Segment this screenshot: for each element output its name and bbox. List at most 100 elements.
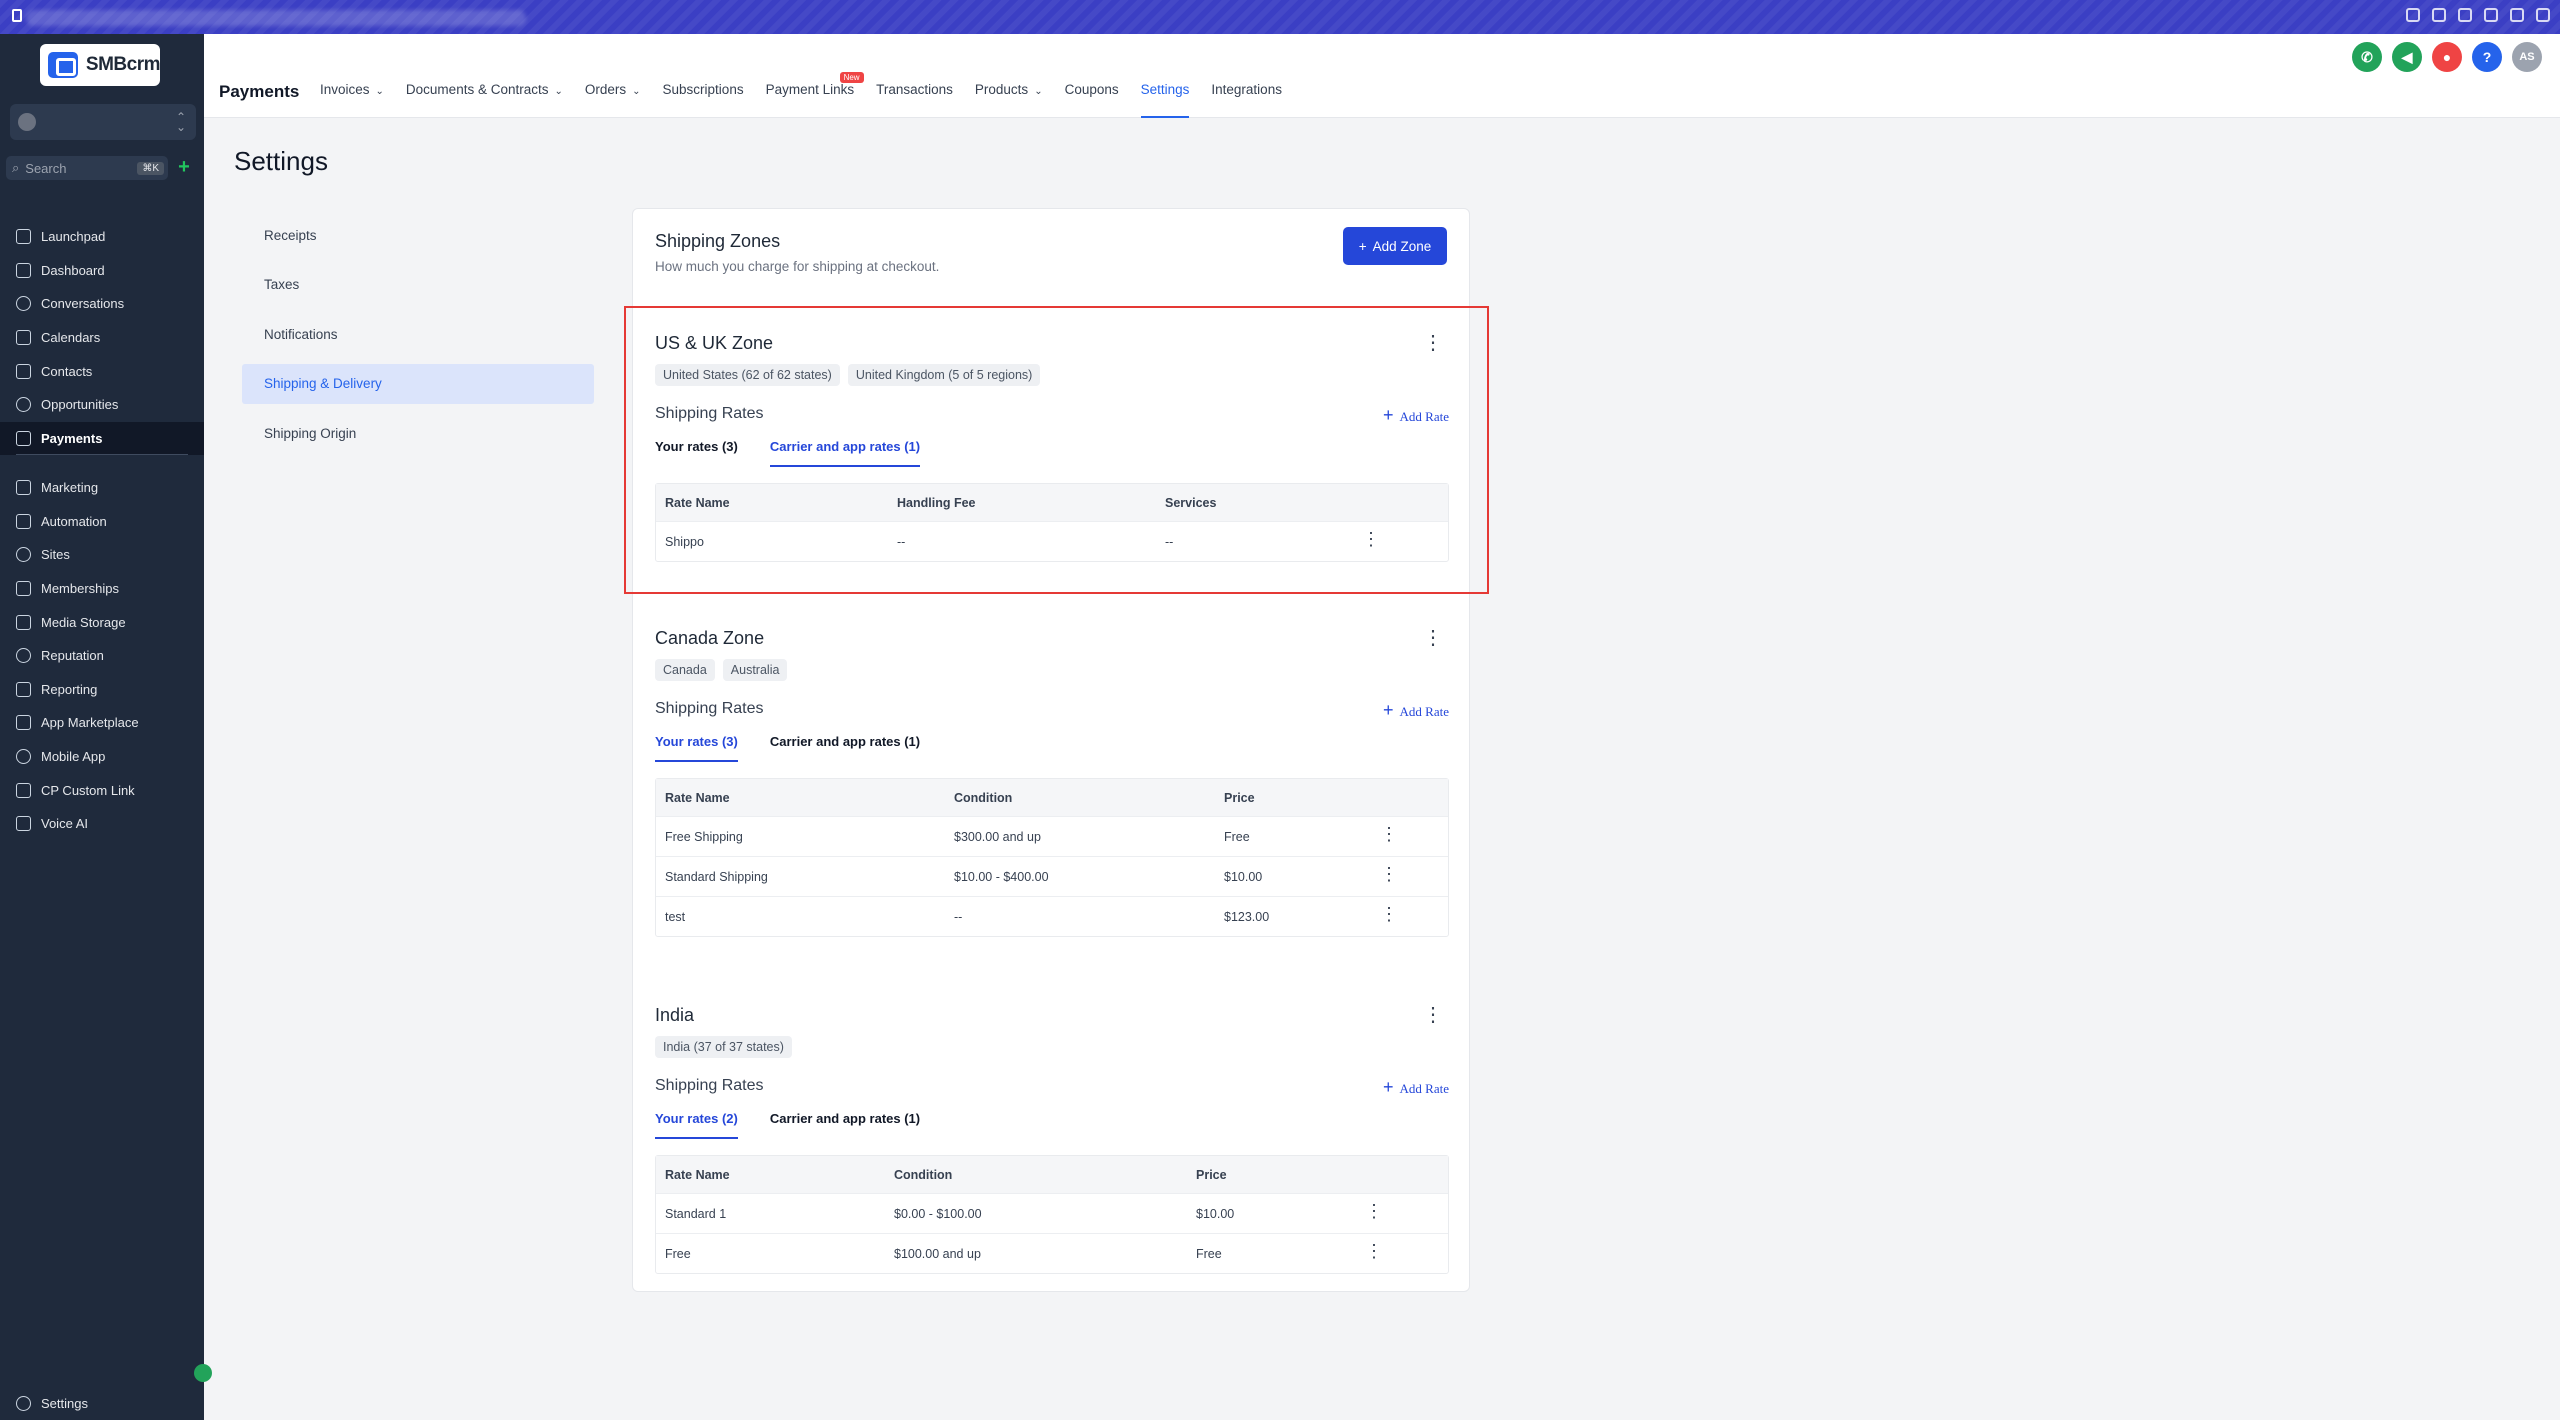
rate-tabs: Your rates (3) Carrier and app rates (1) bbox=[655, 734, 920, 762]
tab-payment-links[interactable]: Payment Links New bbox=[766, 72, 864, 118]
table-cell: $300.00 and up bbox=[954, 829, 1041, 844]
tab-label: Transactions bbox=[876, 82, 953, 97]
tab-label: Settings bbox=[1140, 82, 1190, 97]
table-cell: $10.00 - $400.00 bbox=[954, 869, 1049, 884]
sidebar-item-label: Settings bbox=[41, 1395, 88, 1411]
table-row: Free $100.00 and up Free ⋮ bbox=[656, 1233, 1448, 1273]
tab-invoices[interactable]: Invoices ⌄ bbox=[320, 82, 384, 118]
sidebar-item-contacts[interactable]: Contacts bbox=[0, 354, 204, 388]
tab-carrier-rates[interactable]: Carrier and app rates (1) bbox=[770, 1111, 920, 1139]
launchpad-icon bbox=[16, 229, 31, 245]
sidebar-item-voice-ai[interactable]: Voice AI bbox=[0, 807, 204, 841]
help-icon[interactable]: ? bbox=[2472, 42, 2502, 72]
plus-icon: + bbox=[1358, 238, 1367, 254]
logo[interactable]: SMBcrm bbox=[40, 44, 161, 86]
extension-icon[interactable] bbox=[2484, 8, 2498, 22]
quick-add-button[interactable]: + bbox=[174, 157, 194, 178]
bell-icon[interactable]: ● bbox=[2432, 42, 2462, 72]
extension-icon[interactable] bbox=[2406, 8, 2420, 22]
payments-icon bbox=[16, 430, 31, 446]
sidebar-item-launchpad[interactable]: Launchpad bbox=[0, 220, 204, 254]
account-switcher[interactable]: ⌃ ⌄ bbox=[10, 104, 196, 140]
tab-label: Products bbox=[974, 82, 1029, 97]
sidebar-item-payments[interactable]: Payments bbox=[0, 421, 204, 456]
table-cell: Free bbox=[665, 1246, 691, 1261]
search-placeholder: Search bbox=[25, 160, 67, 176]
add-zone-label: Add Zone bbox=[1372, 238, 1432, 254]
subnav-item-receipts[interactable]: Receipts bbox=[242, 215, 594, 255]
sidebar-item-reporting[interactable]: Reporting bbox=[0, 673, 204, 707]
subnav-item-shipping-origin[interactable]: Shipping Origin bbox=[242, 413, 594, 453]
sidebar-item-memberships[interactable]: Memberships bbox=[0, 572, 204, 606]
sidebar-item-label: Reporting bbox=[41, 681, 98, 697]
add-rate-button[interactable]: + Add Rate bbox=[1383, 700, 1449, 721]
sidebar-item-label: Media Storage bbox=[41, 614, 126, 630]
subnav-item-notifications[interactable]: Notifications bbox=[242, 314, 594, 354]
tab-subscriptions[interactable]: Subscriptions bbox=[663, 82, 744, 118]
link-icon bbox=[16, 782, 31, 798]
extension-icon[interactable] bbox=[2432, 8, 2446, 22]
top-navigation: Payments Invoices ⌄ Documents & Contracts ⌄… bbox=[204, 34, 2560, 118]
new-badge: New bbox=[839, 72, 864, 83]
sidebar-item-dashboard[interactable]: Dashboard bbox=[0, 254, 204, 288]
add-zone-button[interactable]: + Add Zone bbox=[1343, 227, 1447, 265]
extension-icon[interactable] bbox=[2536, 8, 2550, 22]
tab-integrations[interactable]: Integrations bbox=[1211, 82, 1282, 118]
extension-icon[interactable] bbox=[2458, 8, 2472, 22]
sidebar-item-media-storage[interactable]: Media Storage bbox=[0, 605, 204, 639]
rates-table: Rate Name Condition Price Free Shipping $300… bbox=[655, 778, 1449, 937]
phone-icon[interactable]: ✆ bbox=[2352, 42, 2382, 72]
logo-text: SMBcrm bbox=[85, 54, 161, 75]
tab-settings[interactable]: Settings bbox=[1140, 82, 1190, 118]
tab-orders[interactable]: Orders ⌄ bbox=[585, 82, 641, 118]
memberships-icon bbox=[16, 581, 31, 597]
more-vertical-icon[interactable]: ⋮ bbox=[1365, 1202, 1383, 1220]
mobile-icon bbox=[16, 749, 31, 765]
subnav-item-taxes[interactable]: Taxes bbox=[242, 265, 594, 305]
tab-documents-contracts[interactable]: Documents & Contracts ⌄ bbox=[406, 82, 563, 118]
sidebar-item-opportunities[interactable]: Opportunities bbox=[0, 388, 204, 422]
card-subtitle: How much you charge for shipping at chec… bbox=[655, 259, 940, 274]
more-vertical-icon[interactable]: ⋮ bbox=[1380, 825, 1398, 843]
sidebar-item-conversations[interactable]: Conversations bbox=[0, 287, 204, 321]
tab-your-rates[interactable]: Your rates (2) bbox=[655, 1111, 738, 1139]
reporting-icon bbox=[16, 681, 31, 697]
megaphone-icon[interactable]: ◀ bbox=[2392, 42, 2422, 72]
sidebar-item-label: Mobile App bbox=[41, 749, 106, 765]
more-vertical-icon[interactable]: ⋮ bbox=[1365, 1242, 1383, 1260]
sidebar-item-label: App Marketplace bbox=[41, 715, 139, 731]
subnav-item-shipping-delivery[interactable]: Shipping & Delivery bbox=[242, 363, 594, 404]
more-vertical-icon[interactable]: ⋮ bbox=[1380, 865, 1398, 883]
sidebar-item-calendars[interactable]: Calendars bbox=[0, 321, 204, 355]
sidebar-item-settings[interactable]: Settings bbox=[0, 1386, 204, 1420]
card-header: Shipping Zones How much you charge for s… bbox=[655, 231, 939, 274]
more-vertical-icon[interactable]: ⋮ bbox=[1423, 628, 1443, 648]
rate-tabs: Your rates (2) Carrier and app rates (1) bbox=[655, 1111, 920, 1139]
tab-transactions[interactable]: Transactions bbox=[876, 82, 953, 118]
tab-products[interactable]: Products ⌄ bbox=[975, 82, 1043, 118]
shipping-rates-heading: Shipping Rates bbox=[655, 1077, 764, 1094]
sidebar-item-reputation[interactable]: Reputation bbox=[0, 639, 204, 673]
more-vertical-icon[interactable]: ⋮ bbox=[1423, 1005, 1443, 1025]
table-cell: -- bbox=[954, 909, 963, 924]
add-rate-button[interactable]: + Add Rate bbox=[1383, 1077, 1449, 1098]
sidebar-item-marketing[interactable]: Marketing bbox=[0, 471, 204, 505]
section-title: Payments bbox=[219, 82, 300, 101]
more-vertical-icon[interactable]: ⋮ bbox=[1380, 905, 1398, 923]
sidebar-item-sites[interactable]: Sites bbox=[0, 538, 204, 572]
automation-icon bbox=[16, 513, 31, 529]
search-input[interactable]: ⌕ Search ⌘K bbox=[6, 156, 168, 180]
tab-coupons[interactable]: Coupons bbox=[1065, 82, 1119, 118]
sidebar-item-cp-custom-link[interactable]: CP Custom Link bbox=[0, 773, 204, 807]
user-avatar[interactable]: AS bbox=[2512, 42, 2542, 72]
url-bar[interactable] bbox=[26, 10, 526, 26]
dashboard-icon bbox=[16, 262, 31, 278]
extension-icon[interactable] bbox=[2510, 8, 2524, 22]
sidebar-item-mobile-app[interactable]: Mobile App bbox=[0, 740, 204, 774]
tab-carrier-rates[interactable]: Carrier and app rates (1) bbox=[770, 734, 920, 762]
sidebar-item-app-marketplace[interactable]: App Marketplace bbox=[0, 706, 204, 740]
tab-your-rates[interactable]: Your rates (3) bbox=[655, 734, 738, 762]
sidebar-item-automation[interactable]: Automation bbox=[0, 505, 204, 539]
sidebar-collapse-button[interactable] bbox=[194, 1364, 212, 1382]
table-row: test -- $123.00 ⋮ bbox=[656, 896, 1448, 936]
